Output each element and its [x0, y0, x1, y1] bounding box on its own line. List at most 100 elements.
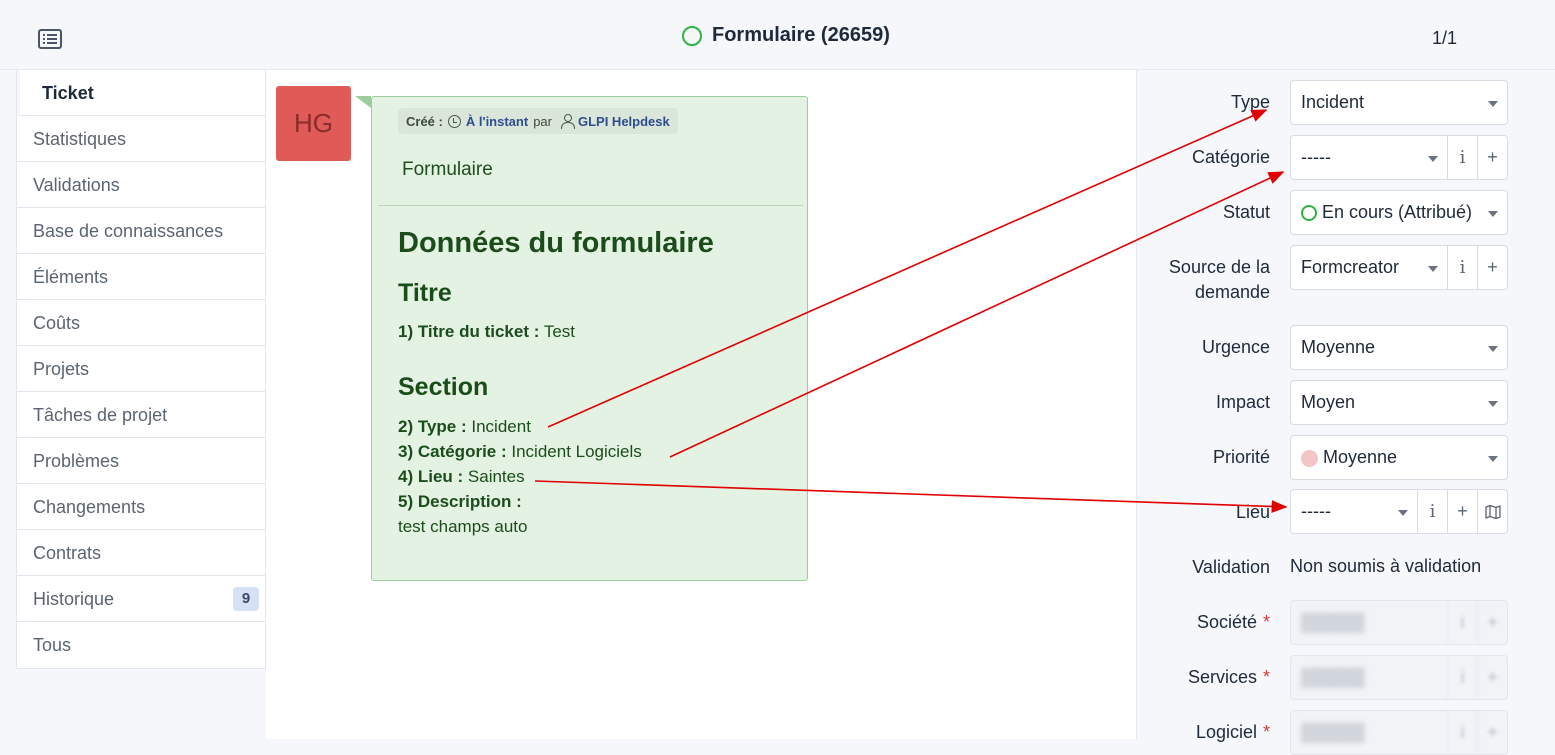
required-mark: *: [1262, 722, 1270, 742]
answer-value: Incident: [471, 417, 531, 436]
info-icon[interactable]: i: [1447, 656, 1477, 699]
add-icon[interactable]: +: [1477, 711, 1507, 754]
tab-list: Ticket Statistiques Validations Base de …: [16, 70, 266, 669]
tab-label: Statistiques: [33, 129, 127, 149]
lieu-select[interactable]: ----- i +: [1290, 489, 1508, 534]
priority-dot-icon: [1301, 450, 1318, 467]
services-select[interactable]: ▒▒▒▒▒ i +: [1290, 655, 1508, 700]
tab-tous[interactable]: Tous: [17, 622, 265, 668]
avatar: HG: [276, 86, 351, 161]
list-toggle-icon[interactable]: [38, 29, 62, 49]
chevron-down-icon: [1428, 266, 1438, 272]
item-name: Formulaire: [402, 159, 493, 180]
tab-label: Ticket: [42, 83, 94, 103]
info-icon[interactable]: i: [1447, 136, 1477, 179]
created-time-link[interactable]: À l'instant: [466, 114, 528, 129]
tab-contrats[interactable]: Contrats: [17, 530, 265, 576]
logiciel-select[interactable]: ▒▒▒▒▒ i +: [1290, 710, 1508, 755]
source-value: Formcreator: [1301, 257, 1400, 277]
type-value: Incident: [1301, 92, 1365, 112]
answer-description-value: test champs auto: [398, 517, 528, 536]
add-icon[interactable]: +: [1477, 601, 1507, 644]
created-label: Créé :: [406, 113, 443, 129]
tab-validations[interactable]: Validations: [17, 162, 265, 208]
question-label: 4) Lieu :: [398, 467, 464, 486]
chevron-down-icon: [1398, 510, 1408, 516]
categorie-value: -----: [1301, 147, 1331, 167]
add-icon[interactable]: +: [1447, 490, 1477, 533]
section-title-section: Section: [398, 373, 489, 401]
validation-value: Non soumis à validation: [1290, 556, 1482, 576]
logiciel-label: Logiciel *: [1196, 720, 1270, 745]
type-label: Type: [1230, 92, 1270, 112]
tab-historique[interactable]: Historique 9: [17, 576, 265, 622]
tab-label: Tous: [33, 635, 72, 655]
status-new-icon: [682, 25, 702, 46]
type-select[interactable]: Incident: [1290, 80, 1508, 125]
answer-lieu: 4) Lieu : Saintes: [398, 467, 525, 487]
tab-base-de-connaissances[interactable]: Base de connaissances: [17, 208, 265, 254]
answer-value: Saintes: [467, 467, 525, 486]
chevron-down-icon: [1488, 101, 1498, 107]
tab-projets[interactable]: Projets: [17, 346, 265, 392]
item-meta: Créé : À l'instant par GLPI Helpdesk: [398, 108, 678, 134]
impact-label: Impact: [1215, 392, 1270, 412]
urgence-value: Moyenne: [1301, 337, 1376, 357]
add-icon[interactable]: +: [1477, 136, 1507, 179]
tab-taches-de-projet[interactable]: Tâches de projet: [17, 392, 265, 438]
answer-categorie: 3) Catégorie : Incident Logiciels: [398, 442, 642, 462]
info-icon[interactable]: i: [1447, 601, 1477, 644]
clock-icon: [447, 114, 461, 128]
validation-label: Validation: [1192, 557, 1270, 577]
tab-statistiques[interactable]: Statistiques: [17, 116, 265, 162]
services-label-text: Services: [1187, 667, 1257, 687]
societe-label: Société *: [1197, 610, 1270, 635]
source-select[interactable]: Formcreator i +: [1290, 245, 1508, 290]
societe-label-text: Société: [1196, 612, 1257, 632]
tab-label: Projets: [33, 359, 90, 379]
tab-couts[interactable]: Coûts: [17, 300, 265, 346]
answer-type: 2) Type : Incident: [398, 417, 531, 437]
info-icon[interactable]: i: [1417, 490, 1447, 533]
societe-select[interactable]: ▒▒▒▒▒ i +: [1290, 600, 1508, 645]
categorie-select[interactable]: ----- i +: [1290, 135, 1508, 180]
categorie-label: Catégorie: [1191, 147, 1270, 167]
add-icon[interactable]: +: [1477, 246, 1507, 289]
lieu-label: Lieu: [1235, 502, 1270, 522]
map-icon[interactable]: [1477, 490, 1507, 533]
question-label: 1) Titre du ticket :: [398, 322, 540, 341]
priorite-select[interactable]: Moyenne: [1290, 435, 1508, 480]
pager-count: 1/1: [1432, 28, 1458, 48]
answer-titre: 1) Titre du ticket : Test: [398, 322, 575, 342]
tab-problemes[interactable]: Problèmes: [17, 438, 265, 484]
impact-select[interactable]: Moyen: [1290, 380, 1508, 425]
answer-value: Incident Logiciels: [511, 442, 642, 461]
tab-label: Contrats: [33, 543, 102, 563]
priorite-value: Moyenne: [1323, 447, 1398, 467]
tab-ticket[interactable]: Ticket: [17, 70, 265, 116]
blurred-value: ▒▒▒▒▒: [1301, 722, 1365, 742]
tab-label: Tâches de projet: [33, 405, 168, 425]
lieu-value: -----: [1301, 501, 1331, 521]
tab-elements[interactable]: Éléments: [17, 254, 265, 300]
statut-select[interactable]: En cours (Attribué): [1290, 190, 1508, 235]
answer-value: Test: [543, 322, 575, 341]
form-heading: Données du formulaire: [398, 227, 714, 259]
info-icon[interactable]: i: [1447, 711, 1477, 754]
tab-label: Base de connaissances: [33, 221, 224, 241]
tab-label: Problèmes: [33, 451, 120, 471]
services-label: Services *: [1188, 665, 1270, 690]
info-icon[interactable]: i: [1447, 246, 1477, 289]
tab-changements[interactable]: Changements: [17, 484, 265, 530]
author-link[interactable]: GLPI Helpdesk: [578, 114, 670, 129]
top-bar: Formulaire (26659) 1/1: [0, 0, 1555, 70]
required-mark: *: [1262, 667, 1270, 687]
tab-label: Éléments: [33, 267, 109, 287]
page-title: Formulaire (26659): [712, 24, 890, 46]
urgence-select[interactable]: Moyenne: [1290, 325, 1508, 370]
add-icon[interactable]: +: [1477, 656, 1507, 699]
bubble-tail: [355, 96, 371, 108]
timeline-item-form: Créé : À l'instant par GLPI Helpdesk For…: [371, 96, 808, 581]
source-label: Source de la demande: [1168, 257, 1270, 302]
status-circle-icon: [1301, 205, 1317, 221]
